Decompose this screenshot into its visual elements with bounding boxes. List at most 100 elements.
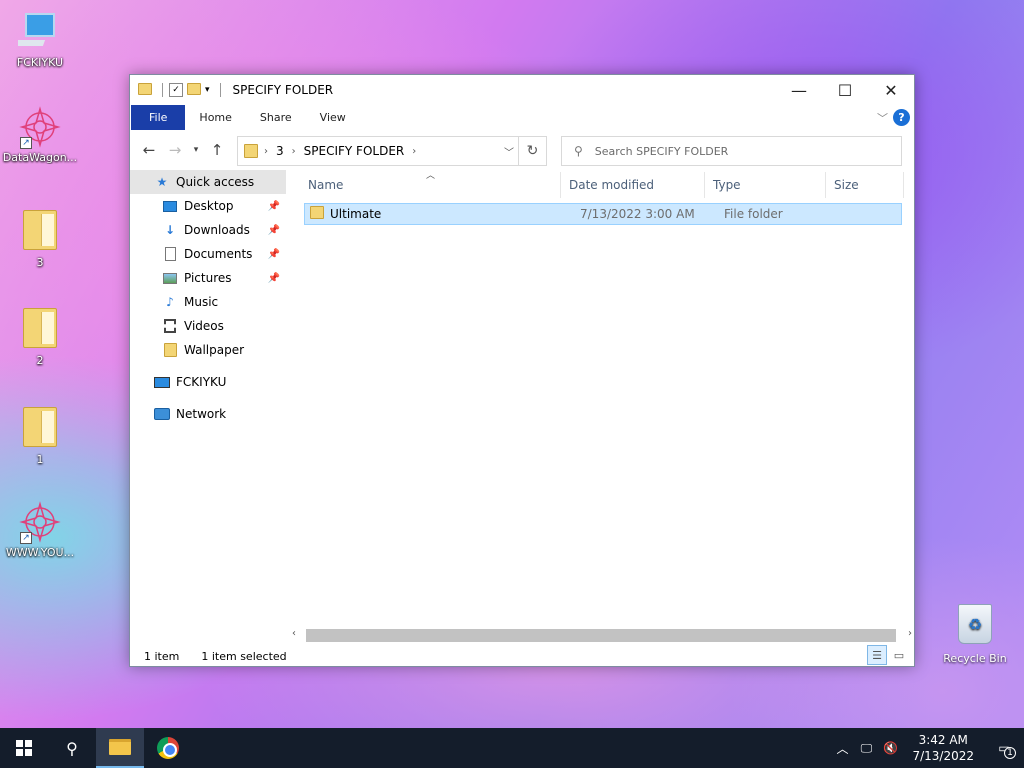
- address-bar[interactable]: › 3 › SPECIFY FOLDER › ﹀ ↻: [237, 136, 547, 166]
- notification-icon[interactable]: ▭ 1: [984, 741, 1024, 759]
- nav-item-desktop[interactable]: Desktop 📌: [130, 194, 286, 218]
- website-icon: ↗: [18, 500, 62, 544]
- help-icon[interactable]: ?: [893, 109, 910, 126]
- folder-icon: [23, 308, 57, 348]
- nav-item-label: Music: [184, 295, 219, 309]
- folder-icon: [162, 343, 178, 357]
- pin-icon[interactable]: 📌: [268, 273, 280, 284]
- desktop-icon-label: FCKIYKU: [16, 56, 64, 69]
- nav-item-music[interactable]: ♪ Music: [130, 290, 286, 314]
- scroll-left-icon[interactable]: ‹: [292, 628, 296, 639]
- new-folder-icon[interactable]: [187, 83, 201, 97]
- search-button[interactable]: ⚲: [48, 728, 96, 768]
- window-title: SPECIFY FOLDER: [232, 83, 334, 97]
- nav-item-this-pc[interactable]: FCKIYKU: [130, 370, 286, 394]
- pin-icon[interactable]: 📌: [268, 249, 280, 260]
- column-header-type[interactable]: Type: [705, 172, 826, 198]
- taskbar-chrome[interactable]: [144, 728, 192, 768]
- nav-item-videos[interactable]: Videos: [130, 314, 286, 338]
- desktop-icon-1[interactable]: 1: [0, 407, 80, 466]
- folder-icon: [310, 206, 324, 222]
- desktop-icon-label: DataWagon...: [2, 151, 78, 164]
- file-explorer-window: ✓ ▾ SPECIFY FOLDER — ☐ ✕ File Home Share…: [129, 74, 915, 667]
- nav-item-wallpaper[interactable]: Wallpaper: [130, 338, 286, 362]
- maximize-button[interactable]: ☐: [822, 75, 868, 105]
- pictures-icon: [162, 271, 178, 285]
- scrollbar-thumb[interactable]: [306, 629, 896, 642]
- file-row[interactable]: Ultimate 7/13/2022 3:00 AM File folder: [304, 203, 902, 225]
- start-button[interactable]: [0, 728, 48, 768]
- desktop-icon-2[interactable]: 2: [0, 308, 80, 367]
- tab-share[interactable]: Share: [246, 105, 306, 130]
- sort-ascending-icon: ︿: [426, 171, 436, 181]
- search-icon: ⚲: [574, 144, 583, 158]
- desktop-icon-www[interactable]: ↗ WWW.YOU...: [0, 500, 80, 559]
- desktop-icon-datawagon[interactable]: ↗ DataWagon...: [0, 105, 80, 164]
- nav-item-downloads[interactable]: ↓ Downloads 📌: [130, 218, 286, 242]
- nav-item-label: Documents: [184, 247, 253, 261]
- address-dropdown-icon[interactable]: ﹀: [504, 144, 514, 159]
- network-status-icon[interactable]: 🖵: [854, 741, 878, 756]
- file-list: ︿ Name Date modified Type Size Ultimate …: [300, 171, 904, 225]
- window-folder-icon: [138, 83, 152, 97]
- nav-item-quick-access[interactable]: ★ Quick access: [130, 170, 286, 194]
- nav-item-label: Downloads: [184, 223, 250, 237]
- title-bar: ✓ ▾ SPECIFY FOLDER — ☐ ✕: [130, 75, 914, 105]
- clock[interactable]: 3:42 AM 7/13/2022: [902, 732, 984, 764]
- navigation-pane: ★ Quick access Desktop 📌 ↓ Downloads 📌 D…: [130, 170, 286, 635]
- forward-arrow-icon[interactable]: →: [164, 141, 186, 159]
- datawagon-icon: ↗: [18, 105, 62, 149]
- breadcrumb-segment[interactable]: 3: [276, 144, 284, 158]
- column-header-size[interactable]: Size: [826, 172, 904, 198]
- chevron-up-icon[interactable]: ︿: [830, 740, 854, 757]
- music-note-icon: ♪: [166, 295, 174, 309]
- file-name: Ultimate: [330, 207, 382, 221]
- nav-item-network[interactable]: Network: [130, 402, 286, 426]
- expand-ribbon-icon[interactable]: ﹀: [877, 110, 888, 126]
- pin-icon[interactable]: 📌: [268, 201, 280, 212]
- horizontal-scrollbar[interactable]: ‹ ›: [290, 628, 914, 642]
- status-bar: 1 item 1 item selected: [130, 645, 914, 667]
- nav-item-label: Pictures: [184, 271, 232, 285]
- column-headers: ︿ Name Date modified Type Size: [300, 171, 904, 198]
- download-arrow-icon: ↓: [164, 223, 176, 237]
- search-icon: ⚲: [66, 738, 78, 758]
- ribbon-tabs: File Home Share View ﹀ ?: [130, 105, 914, 130]
- desktop-icon-recycle-bin[interactable]: ♻ Recycle Bin: [940, 604, 1010, 665]
- properties-icon[interactable]: ✓: [169, 83, 183, 97]
- column-header-date-modified[interactable]: Date modified: [561, 172, 705, 198]
- tab-home[interactable]: Home: [185, 105, 245, 130]
- pin-icon[interactable]: 📌: [268, 225, 280, 236]
- quick-access-toolbar-dropdown[interactable]: ▾: [205, 85, 210, 95]
- minimize-button[interactable]: —: [776, 75, 822, 105]
- desktop-icon-label: 1: [36, 453, 44, 466]
- taskbar-file-explorer[interactable]: [96, 728, 144, 768]
- desktop-icon-3[interactable]: 3: [0, 210, 80, 269]
- recycle-bin-icon: ♻: [958, 604, 992, 644]
- tab-view[interactable]: View: [306, 105, 360, 130]
- recent-locations-icon[interactable]: ▾: [190, 145, 202, 155]
- film-icon: [162, 319, 178, 333]
- nav-item-documents[interactable]: Documents 📌: [130, 242, 286, 266]
- up-arrow-icon[interactable]: ↑: [206, 141, 228, 159]
- file-date-modified: 7/13/2022 3:00 AM: [580, 207, 695, 221]
- shortcut-arrow-icon: ↗: [20, 532, 32, 544]
- breadcrumb-segment[interactable]: SPECIFY FOLDER: [304, 144, 405, 158]
- refresh-icon[interactable]: ↻: [518, 137, 546, 165]
- star-icon: ★: [156, 175, 168, 189]
- clock-date: 7/13/2022: [912, 749, 974, 763]
- recycle-bin-label: Recycle Bin: [943, 652, 1007, 665]
- desktop-icon-label: 2: [36, 354, 44, 367]
- details-view-icon[interactable]: ☰: [867, 645, 887, 665]
- large-icons-view-icon[interactable]: ▭: [889, 645, 909, 665]
- selected-count: 1 item selected: [201, 649, 287, 663]
- nav-item-label: Videos: [184, 319, 224, 333]
- tab-file[interactable]: File: [131, 105, 186, 130]
- volume-muted-icon[interactable]: 🔇: [878, 741, 902, 755]
- nav-item-pictures[interactable]: Pictures 📌: [130, 266, 286, 290]
- back-arrow-icon[interactable]: ←: [138, 141, 160, 159]
- scroll-right-icon[interactable]: ›: [908, 628, 912, 639]
- close-button[interactable]: ✕: [868, 75, 914, 105]
- search-box[interactable]: ⚲ Search SPECIFY FOLDER: [561, 136, 902, 166]
- desktop-icon-fckiyku[interactable]: FCKIYKU: [0, 10, 80, 69]
